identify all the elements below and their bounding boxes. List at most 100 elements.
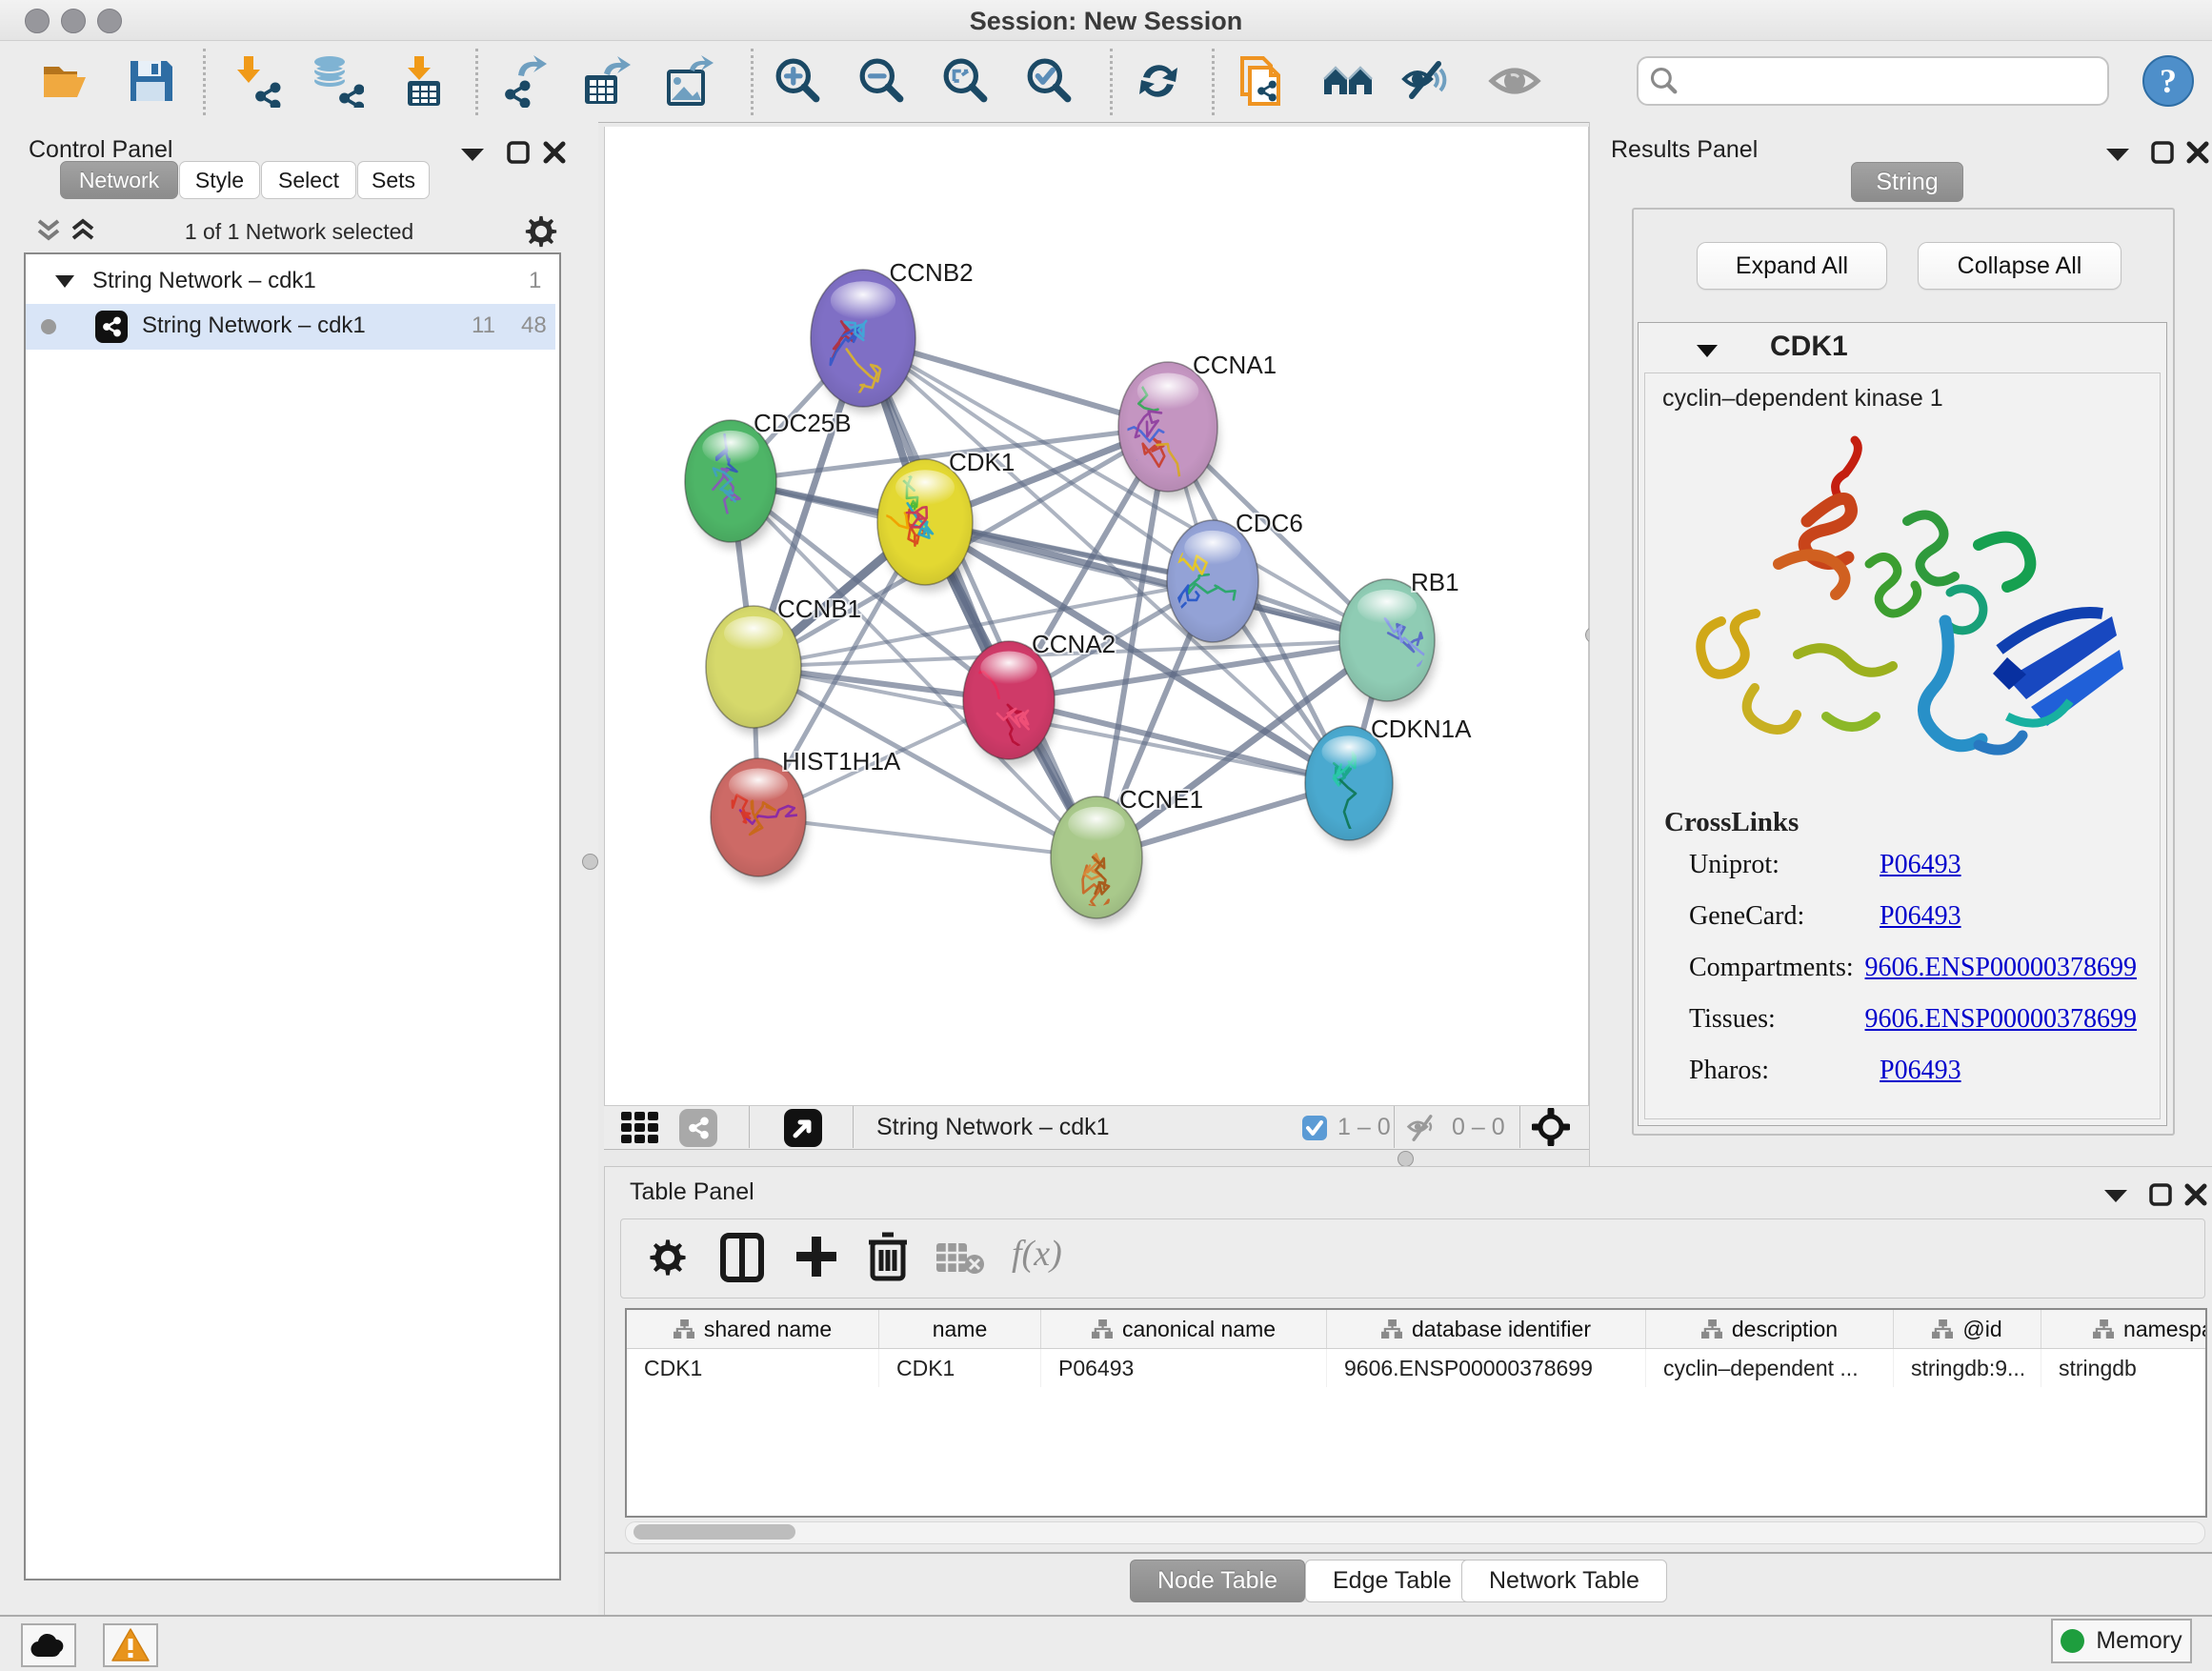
zoom-fit-icon[interactable] [939, 54, 993, 108]
panel-float-icon[interactable] [2151, 141, 2174, 164]
panel-close-icon[interactable] [2184, 1183, 2207, 1206]
save-session-icon[interactable] [124, 54, 177, 108]
zoom-in-icon[interactable] [772, 54, 825, 108]
table-cell[interactable]: CDK1 [627, 1349, 879, 1387]
panel-collapse-icon[interactable] [460, 147, 485, 162]
table-row[interactable]: CDK1CDK1P064939606.ENSP00000378699cyclin… [627, 1349, 2205, 1387]
search-input[interactable] [1679, 67, 2082, 95]
network-edge-count: 48 [521, 312, 547, 339]
network-thumbnail-icon[interactable] [678, 1108, 718, 1148]
import-network-from-file-icon[interactable] [231, 54, 284, 108]
show-all-icon[interactable] [1488, 54, 1541, 108]
tab-node-table[interactable]: Node Table [1130, 1560, 1305, 1602]
table-cell[interactable]: P06493 [1041, 1349, 1327, 1387]
network-node-CCNA1[interactable]: CCNA1 [1118, 351, 1277, 498]
tab-style[interactable]: Style [179, 161, 260, 199]
refresh-icon[interactable] [1132, 54, 1185, 108]
network-graph[interactable]: CCNB2CCNA1CDC25BCDK1CDC6RB1CCNB1CCNA2CDK… [605, 127, 1588, 1105]
zoom-out-icon[interactable] [855, 54, 909, 108]
delete-column-icon[interactable] [867, 1231, 909, 1282]
column-header-namespace[interactable]: namespace [2041, 1310, 2207, 1348]
gene-collapse-icon[interactable] [1696, 344, 1719, 358]
table-settings-gear-icon[interactable] [646, 1235, 690, 1280]
table-cell[interactable]: 9606.ENSP00000378699 [1327, 1349, 1646, 1387]
table-cell[interactable]: cyclin–dependent ... [1646, 1349, 1894, 1387]
node-label-CCNA1: CCNA1 [1193, 351, 1277, 379]
table-panel: Table Panel f(x) shared namenamecanonica… [604, 1166, 2212, 1615]
crosslink-value-link[interactable]: 9606.ENSP00000378699 [1865, 1004, 2137, 1035]
crosslinks-heading: CrossLinks [1664, 807, 1799, 838]
birds-eye-view-icon[interactable] [783, 1108, 823, 1148]
grid-view-icon[interactable] [621, 1112, 663, 1144]
crosslink-value-link[interactable]: P06493 [1880, 901, 1961, 932]
main-toolbar: ? [0, 41, 2212, 123]
collapse-all-button[interactable]: Collapse All [1918, 242, 2122, 290]
column-header-name[interactable]: name [879, 1310, 1041, 1348]
crosslink-value-link[interactable]: P06493 [1880, 1056, 1961, 1086]
network-collection-row[interactable]: String Network – cdk1 1 [26, 260, 555, 304]
network-options-gear-icon[interactable] [522, 211, 560, 252]
show-columns-icon[interactable] [720, 1233, 764, 1282]
panel-close-icon[interactable] [2186, 141, 2209, 164]
network-node-CDC25B[interactable]: CDC25B [685, 409, 852, 549]
panel-collapse-icon[interactable] [2103, 1188, 2128, 1203]
add-column-icon[interactable] [794, 1235, 838, 1278]
network-edge[interactable] [863, 338, 1096, 857]
hide-selected-icon[interactable] [1400, 54, 1454, 108]
network-edge[interactable] [758, 817, 1096, 857]
expand-all-button[interactable]: Expand All [1697, 242, 1887, 290]
help-icon[interactable]: ? [2142, 54, 2195, 108]
table-cell[interactable]: stringdb [2041, 1349, 2207, 1387]
import-network-from-database-icon[interactable] [311, 54, 364, 108]
tree-expand-icon[interactable] [54, 274, 75, 289]
network-node-HIST1H1A[interactable]: HIST1H1A [711, 747, 901, 883]
export-network-icon[interactable] [497, 54, 551, 108]
tab-network[interactable]: Network [60, 161, 178, 199]
network-node-CCNA2[interactable]: CCNA2 [955, 630, 1116, 766]
export-table-icon[interactable] [579, 54, 633, 108]
cloud-status-button[interactable] [21, 1623, 76, 1667]
horizontal-splitter-handle[interactable] [1398, 1151, 1414, 1167]
first-neighbors-icon[interactable] [1322, 54, 1376, 108]
panel-close-icon[interactable] [543, 141, 566, 164]
network-node-CCNE1[interactable]: CCNE1 [1051, 785, 1203, 925]
duplicate-network-icon[interactable] [1235, 54, 1288, 108]
crosslink-value-link[interactable]: P06493 [1880, 850, 1961, 880]
tab-network-table[interactable]: Network Table [1461, 1560, 1667, 1602]
panel-float-icon[interactable] [2149, 1183, 2172, 1206]
warnings-button[interactable] [103, 1623, 158, 1667]
table-hscrollbar-track[interactable] [625, 1521, 2205, 1544]
network-view-toolbar: String Network – cdk1 1 – 0 0 – 0 [604, 1105, 1589, 1150]
tab-select[interactable]: Select [261, 161, 356, 199]
tab-sets[interactable]: Sets [357, 161, 430, 199]
table-cell[interactable]: CDK1 [879, 1349, 1041, 1387]
table-cell[interactable]: stringdb:9... [1894, 1349, 2041, 1387]
network-node-RB1[interactable]: RB1 [1339, 568, 1459, 708]
tab-edge-table[interactable]: Edge Table [1305, 1560, 1479, 1602]
column-header--id[interactable]: @id [1894, 1310, 2041, 1348]
search-field[interactable] [1637, 56, 2109, 106]
node-label-CDKN1A: CDKN1A [1371, 715, 1472, 743]
left-splitter-handle[interactable] [582, 854, 598, 870]
network-node-CDK1[interactable]: CDK1 [864, 448, 1016, 592]
tab-string[interactable]: String [1851, 162, 1963, 202]
panel-float-icon[interactable] [507, 141, 530, 164]
crosslink-value-link[interactable]: 9606.ENSP00000378699 [1865, 953, 2137, 983]
separator [1394, 1106, 1395, 1148]
table-hscrollbar-thumb[interactable] [633, 1524, 795, 1540]
column-header-shared-name[interactable]: shared name [627, 1310, 879, 1348]
fit-selected-crosshair-icon[interactable] [1532, 1108, 1570, 1146]
open-session-icon[interactable] [38, 54, 91, 108]
panel-collapse-icon[interactable] [2105, 147, 2130, 162]
selected-nodes-checkbox[interactable] [1302, 1116, 1327, 1140]
network-canvas[interactable]: CCNB2CCNA1CDC25BCDK1CDC6RB1CCNB1CCNA2CDK… [604, 127, 1589, 1105]
network-row-selected[interactable]: String Network – cdk1 11 48 [26, 304, 555, 350]
export-image-icon[interactable] [663, 54, 716, 108]
import-table-from-file-icon[interactable] [398, 54, 452, 108]
column-header-canonical-name[interactable]: canonical name [1041, 1310, 1327, 1348]
memory-button[interactable]: Memory [2051, 1619, 2192, 1663]
column-header-database-identifier[interactable]: database identifier [1327, 1310, 1646, 1348]
column-header-description[interactable]: description [1646, 1310, 1894, 1348]
network-node-CDKN1A[interactable]: CDKN1A [1305, 715, 1472, 847]
zoom-selected-icon[interactable] [1023, 54, 1076, 108]
